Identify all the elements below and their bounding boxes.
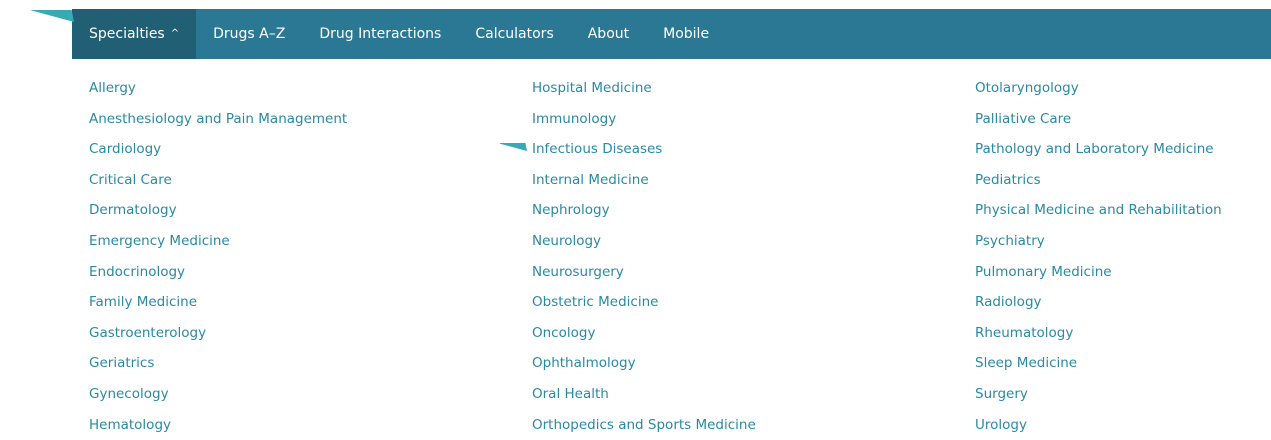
specialty-link[interactable]: Gastroenterology [89, 318, 347, 349]
nav-mobile[interactable]: Mobile [646, 9, 726, 59]
nav-specialties[interactable]: Specialties ^ [72, 9, 197, 59]
nav-specialties-label: Specialties [89, 26, 165, 42]
specialties-column-2: Hospital Medicine Immunology Infectious Di… [532, 73, 756, 440]
nav-about[interactable]: About [571, 9, 646, 59]
specialties-column-1: Allergy Anesthesiology and Pain Managemen… [89, 73, 347, 440]
specialty-link[interactable]: Gynecology [89, 379, 347, 410]
specialty-link[interactable]: Oncology [532, 318, 756, 349]
specialty-link[interactable]: Pulmonary Medicine [975, 257, 1222, 288]
specialty-link[interactable]: Psychiatry [975, 226, 1222, 257]
chevron-up-icon: ^ [170, 27, 180, 39]
specialty-link[interactable]: Critical Care [89, 165, 347, 196]
specialty-link[interactable]: Geriatrics [89, 348, 347, 379]
specialty-link[interactable]: Pathology and Laboratory Medicine [975, 134, 1222, 165]
specialty-link[interactable]: Anesthesiology and Pain Management [89, 104, 347, 135]
specialty-link[interactable]: Endocrinology [89, 257, 347, 288]
specialty-link[interactable]: Nephrology [532, 195, 756, 226]
arrow-pointer-icon [481, 143, 527, 151]
specialty-link[interactable]: Hospital Medicine [532, 73, 756, 104]
specialty-link[interactable]: Oral Health [532, 379, 756, 410]
nav-drug-interactions-label: Drug Interactions [319, 26, 442, 42]
specialty-link[interactable]: Pediatrics [975, 165, 1222, 196]
specialty-link[interactable]: Ophthalmology [532, 348, 756, 379]
nav-drug-interactions[interactable]: Drug Interactions [302, 9, 458, 59]
specialty-link[interactable]: Hematology [89, 410, 347, 440]
specialty-link[interactable]: Sleep Medicine [975, 348, 1222, 379]
specialty-link[interactable]: Internal Medicine [532, 165, 756, 196]
nav-drugs-a-z[interactable]: Drugs A–Z [196, 9, 302, 59]
specialty-link[interactable]: Orthopedics and Sports Medicine [532, 410, 756, 440]
nav-drugs-a-z-label: Drugs A–Z [213, 26, 286, 42]
specialties-column-3: Otolaryngology Palliative Care Pathology a… [975, 73, 1222, 440]
specialty-link[interactable]: Family Medicine [89, 287, 347, 318]
specialty-link[interactable]: Surgery [975, 379, 1222, 410]
main-navbar: Specialties ^ Drugs A–Z Drug Interactions Ca… [72, 9, 1271, 59]
specialty-link[interactable]: Neurology [532, 226, 756, 257]
specialty-link[interactable]: Immunology [532, 104, 756, 135]
specialty-link[interactable]: Infectious Diseases [532, 134, 756, 165]
specialty-link[interactable]: Allergy [89, 73, 347, 104]
specialty-link[interactable]: Emergency Medicine [89, 226, 347, 257]
nav-mobile-label: Mobile [663, 26, 710, 42]
specialty-link[interactable]: Rheumatology [975, 318, 1222, 349]
nav-about-label: About [587, 26, 630, 42]
nav-calculators-label: Calculators [475, 26, 554, 42]
specialty-link[interactable]: Cardiology [89, 134, 347, 165]
specialty-link[interactable]: Physical Medicine and Rehabilitation [975, 195, 1222, 226]
nav-calculators[interactable]: Calculators [458, 9, 570, 59]
specialty-link[interactable]: Neurosurgery [532, 257, 756, 288]
specialty-link[interactable]: Dermatology [89, 195, 347, 226]
specialty-link[interactable]: Radiology [975, 287, 1222, 318]
specialty-link[interactable]: Obstetric Medicine [532, 287, 756, 318]
specialty-link[interactable]: Palliative Care [975, 104, 1222, 135]
specialty-link[interactable]: Otolaryngology [975, 73, 1222, 104]
specialty-link[interactable]: Urology [975, 410, 1222, 440]
